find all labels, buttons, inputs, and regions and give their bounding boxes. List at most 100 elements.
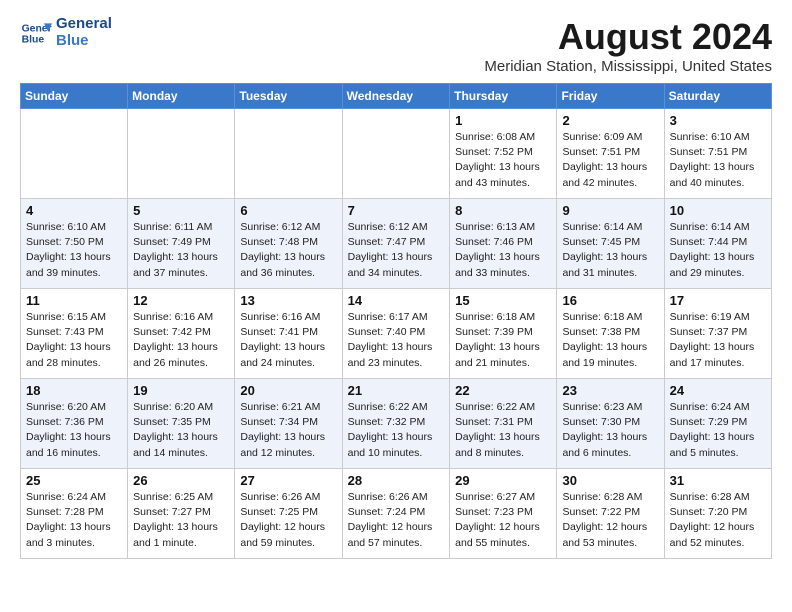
day-info: Sunrise: 6:26 AM Sunset: 7:24 PM Dayligh… <box>348 490 445 551</box>
col-header-thursday: Thursday <box>450 84 557 109</box>
day-info: Sunrise: 6:28 AM Sunset: 7:20 PM Dayligh… <box>670 490 766 551</box>
day-info: Sunrise: 6:10 AM Sunset: 7:51 PM Dayligh… <box>670 130 766 191</box>
day-number: 29 <box>455 473 551 488</box>
day-number: 9 <box>562 203 658 218</box>
logo-line1: General <box>56 16 112 33</box>
day-number: 15 <box>455 293 551 308</box>
day-info: Sunrise: 6:14 AM Sunset: 7:44 PM Dayligh… <box>670 220 766 281</box>
day-number: 12 <box>133 293 229 308</box>
day-number: 24 <box>670 383 766 398</box>
table-row: 17 Sunrise: 6:19 AM Sunset: 7:37 PM Dayli… <box>664 289 771 379</box>
day-number: 21 <box>348 383 445 398</box>
svg-text:Blue: Blue <box>22 34 45 45</box>
day-number: 25 <box>26 473 122 488</box>
table-row: 6Sunrise: 6:12 AM Sunset: 7:48 PM Daylig… <box>235 199 342 289</box>
day-info: Sunrise: 6:23 AM Sunset: 7:30 PM Dayligh… <box>562 400 658 461</box>
logo: General Blue General Blue <box>20 16 112 49</box>
col-header-sunday: Sunday <box>21 84 128 109</box>
table-row: 5 Sunrise: 6:11 AM Sunset: 7:49 PM Daylig… <box>128 199 235 289</box>
day-number: 19 <box>133 383 229 398</box>
table-row: 28 Sunrise: 6:26 AM Sunset: 7:24 PM Dayli… <box>342 469 450 559</box>
day-info: Sunrise: 6:09 AM Sunset: 7:51 PM Dayligh… <box>562 130 658 191</box>
table-row: 29 Sunrise: 6:27 AM Sunset: 7:23 PM Dayli… <box>450 469 557 559</box>
logo-line2: Blue <box>56 33 112 50</box>
day-info: Sunrise: 6:11 AM Sunset: 7:49 PM Dayligh… <box>133 220 229 281</box>
day-info: Sunrise: 6:16 AM Sunset: 7:42 PM Dayligh… <box>133 310 229 371</box>
table-row: 2 Sunrise: 6:09 AM Sunset: 7:51 PM Daylig… <box>557 109 664 199</box>
day-number: 26 <box>133 473 229 488</box>
table-row: 15 Sunrise: 6:18 AM Sunset: 7:39 PM Dayli… <box>450 289 557 379</box>
day-number: 11 <box>26 293 122 308</box>
table-row: 30Sunrise: 6:28 AM Sunset: 7:22 PM Dayli… <box>557 469 664 559</box>
day-number: 3 <box>670 113 766 128</box>
day-number: 8 <box>455 203 551 218</box>
calendar-week-row: 25Sunrise: 6:24 AM Sunset: 7:28 PM Dayli… <box>21 469 772 559</box>
table-row: 14Sunrise: 6:17 AM Sunset: 7:40 PM Dayli… <box>342 289 450 379</box>
title-block: August 2024 Meridian Station, Mississipp… <box>484 16 772 75</box>
day-info: Sunrise: 6:14 AM Sunset: 7:45 PM Dayligh… <box>562 220 658 281</box>
day-number: 27 <box>240 473 336 488</box>
day-info: Sunrise: 6:27 AM Sunset: 7:23 PM Dayligh… <box>455 490 551 551</box>
day-number: 14 <box>348 293 445 308</box>
table-row <box>235 109 342 199</box>
day-info: Sunrise: 6:08 AM Sunset: 7:52 PM Dayligh… <box>455 130 551 191</box>
table-row: 10 Sunrise: 6:14 AM Sunset: 7:44 PM Dayli… <box>664 199 771 289</box>
day-info: Sunrise: 6:12 AM Sunset: 7:47 PM Dayligh… <box>348 220 445 281</box>
table-row: 27 Sunrise: 6:26 AM Sunset: 7:25 PM Dayli… <box>235 469 342 559</box>
location-title: Meridian Station, Mississippi, United St… <box>484 58 772 75</box>
table-row: 31 Sunrise: 6:28 AM Sunset: 7:20 PM Dayli… <box>664 469 771 559</box>
day-number: 1 <box>455 113 551 128</box>
day-info: Sunrise: 6:15 AM Sunset: 7:43 PM Dayligh… <box>26 310 122 371</box>
day-number: 2 <box>562 113 658 128</box>
day-number: 13 <box>240 293 336 308</box>
day-number: 16 <box>562 293 658 308</box>
calendar-week-row: 11 Sunrise: 6:15 AM Sunset: 7:43 PM Dayli… <box>21 289 772 379</box>
table-row: 11 Sunrise: 6:15 AM Sunset: 7:43 PM Dayli… <box>21 289 128 379</box>
day-number: 31 <box>670 473 766 488</box>
table-row: 18 Sunrise: 6:20 AM Sunset: 7:36 PM Dayli… <box>21 379 128 469</box>
table-row: 24 Sunrise: 6:24 AM Sunset: 7:29 PM Dayli… <box>664 379 771 469</box>
day-info: Sunrise: 6:22 AM Sunset: 7:32 PM Dayligh… <box>348 400 445 461</box>
day-info: Sunrise: 6:10 AM Sunset: 7:50 PM Dayligh… <box>26 220 122 281</box>
col-header-wednesday: Wednesday <box>342 84 450 109</box>
month-title: August 2024 <box>484 16 772 58</box>
table-row <box>128 109 235 199</box>
table-row: 16Sunrise: 6:18 AM Sunset: 7:38 PM Dayli… <box>557 289 664 379</box>
table-row: 8Sunrise: 6:13 AM Sunset: 7:46 PM Daylig… <box>450 199 557 289</box>
day-number: 4 <box>26 203 122 218</box>
day-number: 20 <box>240 383 336 398</box>
calendar-week-row: 4 Sunrise: 6:10 AM Sunset: 7:50 PM Daylig… <box>21 199 772 289</box>
day-number: 18 <box>26 383 122 398</box>
day-info: Sunrise: 6:19 AM Sunset: 7:37 PM Dayligh… <box>670 310 766 371</box>
table-row <box>342 109 450 199</box>
calendar-header-row: Sunday Monday Tuesday Wednesday Thursday… <box>21 84 772 109</box>
day-number: 10 <box>670 203 766 218</box>
day-info: Sunrise: 6:12 AM Sunset: 7:48 PM Dayligh… <box>240 220 336 281</box>
table-row: 26 Sunrise: 6:25 AM Sunset: 7:27 PM Dayli… <box>128 469 235 559</box>
table-row: 9 Sunrise: 6:14 AM Sunset: 7:45 PM Daylig… <box>557 199 664 289</box>
table-row: 7 Sunrise: 6:12 AM Sunset: 7:47 PM Daylig… <box>342 199 450 289</box>
day-number: 5 <box>133 203 229 218</box>
day-number: 28 <box>348 473 445 488</box>
table-row: 4 Sunrise: 6:10 AM Sunset: 7:50 PM Daylig… <box>21 199 128 289</box>
day-info: Sunrise: 6:22 AM Sunset: 7:31 PM Dayligh… <box>455 400 551 461</box>
table-row: 20 Sunrise: 6:21 AM Sunset: 7:34 PM Dayli… <box>235 379 342 469</box>
col-header-saturday: Saturday <box>664 84 771 109</box>
logo-icon: General Blue <box>20 17 52 49</box>
col-header-friday: Friday <box>557 84 664 109</box>
calendar-week-row: 18 Sunrise: 6:20 AM Sunset: 7:36 PM Dayli… <box>21 379 772 469</box>
table-row: 3 Sunrise: 6:10 AM Sunset: 7:51 PM Daylig… <box>664 109 771 199</box>
day-info: Sunrise: 6:24 AM Sunset: 7:29 PM Dayligh… <box>670 400 766 461</box>
day-info: Sunrise: 6:25 AM Sunset: 7:27 PM Dayligh… <box>133 490 229 551</box>
day-info: Sunrise: 6:18 AM Sunset: 7:39 PM Dayligh… <box>455 310 551 371</box>
day-info: Sunrise: 6:21 AM Sunset: 7:34 PM Dayligh… <box>240 400 336 461</box>
table-row: 12 Sunrise: 6:16 AM Sunset: 7:42 PM Dayli… <box>128 289 235 379</box>
day-number: 7 <box>348 203 445 218</box>
day-info: Sunrise: 6:26 AM Sunset: 7:25 PM Dayligh… <box>240 490 336 551</box>
table-row: 13Sunrise: 6:16 AM Sunset: 7:41 PM Dayli… <box>235 289 342 379</box>
page-header: General Blue General Blue August 2024 Me… <box>20 16 772 75</box>
day-number: 23 <box>562 383 658 398</box>
col-header-tuesday: Tuesday <box>235 84 342 109</box>
day-info: Sunrise: 6:20 AM Sunset: 7:36 PM Dayligh… <box>26 400 122 461</box>
day-number: 17 <box>670 293 766 308</box>
